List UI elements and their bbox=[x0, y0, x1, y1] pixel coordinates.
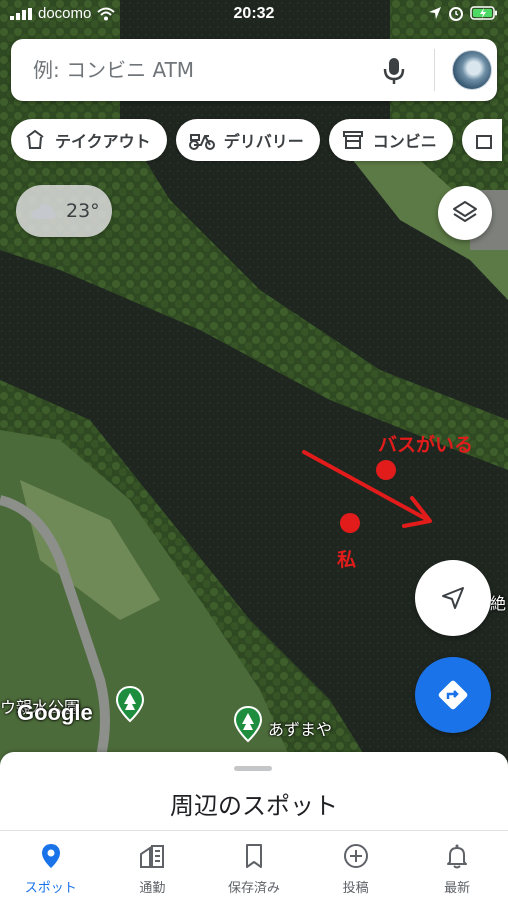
bottom-nav: スポット 通勤 保存済み 投稿 最新 bbox=[0, 830, 508, 903]
commute-icon bbox=[140, 845, 165, 868]
layers-button[interactable] bbox=[438, 186, 492, 240]
more-chip-icon bbox=[475, 135, 492, 149]
add-circle-icon bbox=[343, 844, 368, 868]
bass-label: バスがいる bbox=[378, 434, 474, 456]
me-label: 私 bbox=[337, 549, 357, 571]
category-chips: テイクアウト デリバリー コンビニ bbox=[11, 119, 502, 161]
bass-marker bbox=[376, 460, 396, 480]
chip-convenience-store-label: コンビニ bbox=[372, 132, 437, 151]
bell-icon bbox=[447, 844, 468, 869]
me-marker bbox=[340, 513, 360, 533]
chip-takeout[interactable]: テイクアウト bbox=[11, 119, 167, 161]
battery-icon bbox=[470, 6, 497, 20]
edge-label: 絶 bbox=[490, 594, 507, 613]
pin-icon bbox=[41, 844, 60, 868]
scooter-icon bbox=[188, 134, 215, 150]
google-logo: Google bbox=[17, 700, 93, 725]
layers-icon bbox=[453, 201, 477, 222]
chip-takeout-label: テイクアウト bbox=[55, 132, 151, 151]
store-icon bbox=[342, 131, 363, 149]
directions-button[interactable] bbox=[415, 657, 491, 733]
sheet-title: 周辺のスポット bbox=[170, 792, 338, 820]
chip-more[interactable] bbox=[461, 119, 502, 161]
nav-item-label: 投稿 bbox=[342, 881, 369, 896]
nav-item-commute[interactable]: 通勤 bbox=[102, 831, 204, 903]
search-divider bbox=[434, 49, 435, 91]
location-arrow-icon bbox=[429, 7, 441, 19]
search-bar[interactable] bbox=[11, 39, 497, 101]
navigation-arrow-icon bbox=[442, 587, 464, 609]
nav-item-label: 保存済み bbox=[227, 881, 280, 896]
search-input[interactable] bbox=[33, 52, 373, 88]
status-icons bbox=[428, 5, 498, 21]
bookmark-icon bbox=[245, 844, 262, 868]
chip-delivery-label: デリバリー bbox=[223, 132, 304, 151]
nearby-sheet[interactable]: 周辺のスポット bbox=[0, 752, 508, 832]
nav-item-label: 通勤 bbox=[139, 881, 166, 896]
chip-convenience-store[interactable]: コンビニ bbox=[328, 119, 453, 161]
gazebo-pin-icon[interactable] bbox=[233, 705, 263, 743]
avatar[interactable] bbox=[452, 50, 492, 90]
nav-item-saved[interactable]: 保存済み bbox=[203, 831, 305, 903]
nav-item-contribute[interactable]: 投稿 bbox=[305, 831, 407, 903]
weather-badge[interactable]: 23° bbox=[16, 185, 112, 237]
alarm-icon bbox=[449, 7, 463, 21]
nav-item-explore[interactable]: スポット bbox=[0, 831, 102, 903]
directions-icon bbox=[438, 680, 468, 710]
park-pin-icon[interactable] bbox=[115, 685, 145, 723]
chip-delivery[interactable]: デリバリー bbox=[175, 119, 320, 161]
status-bar: docomo 20:32 bbox=[0, 0, 508, 30]
mic-icon[interactable] bbox=[377, 53, 411, 87]
temperature: 23° bbox=[66, 200, 100, 222]
nav-item-label: スポット bbox=[24, 881, 77, 896]
nav-item-label: 最新 bbox=[444, 881, 471, 896]
nav-item-updates[interactable]: 最新 bbox=[406, 831, 508, 903]
cloud-icon bbox=[31, 203, 57, 219]
takeout-icon bbox=[26, 129, 44, 149]
sheet-drag-handle[interactable] bbox=[234, 766, 272, 771]
gazebo-label: あずまや bbox=[268, 720, 333, 739]
my-location-button[interactable] bbox=[415, 560, 491, 636]
